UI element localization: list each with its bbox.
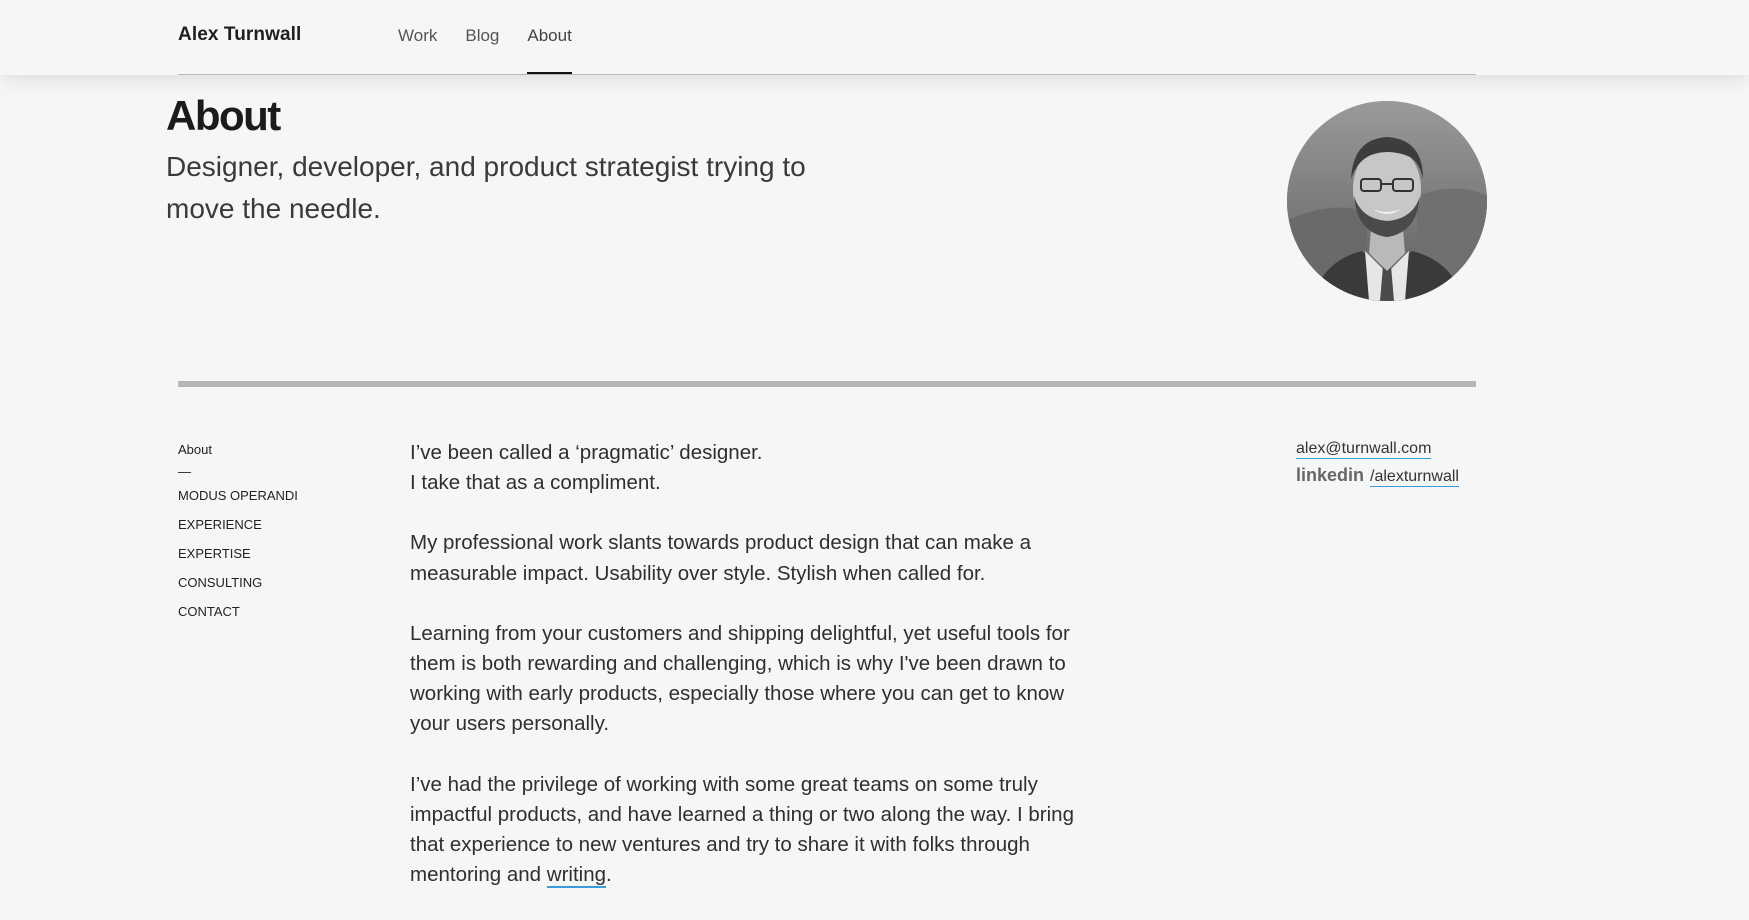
- intro-line-1: I’ve been called a ‘pragmatic’ designer.: [410, 441, 763, 464]
- main-nav: Work Blog About: [398, 0, 573, 75]
- writing-link[interactable]: writing: [546, 863, 607, 889]
- linkedin-row: linkedin /alexturnwall: [1296, 465, 1459, 487]
- side-nav-item-contact[interactable]: CONTACT: [178, 603, 378, 632]
- paragraph-customers: Learning from your customers and shippin…: [410, 621, 1070, 736]
- side-nav-item-consulting[interactable]: CONSULTING: [178, 574, 378, 603]
- paragraph-intro: I’ve been called a ‘pragmatic’ designer.…: [410, 438, 1080, 498]
- site-title[interactable]: Alex Turnwall: [178, 24, 301, 46]
- teams-text: I’ve had the privilege of working with s…: [410, 772, 1074, 887]
- side-nav-item-expertise[interactable]: EXPERTISE: [178, 545, 378, 574]
- side-nav: About — MODUS OPERANDI EXPERIENCE EXPERT…: [178, 442, 378, 632]
- paragraph-professional-work: My professional work slants towards prod…: [410, 531, 1031, 585]
- side-nav-current: About: [178, 442, 212, 457]
- side-nav-item-experience[interactable]: EXPERIENCE: [178, 516, 378, 545]
- linkedin-label: linkedin: [1296, 465, 1365, 485]
- page-title: About: [166, 92, 281, 139]
- intro-line-2: I take that as a compliment.: [410, 471, 661, 495]
- side-nav-list: MODUS OPERANDI EXPERIENCE EXPERTISE CONS…: [178, 487, 378, 632]
- avatar: [1287, 101, 1487, 301]
- about-content: I’ve been called a ‘pragmatic’ designer.…: [410, 438, 1080, 920]
- profile-photo-icon: [1287, 101, 1487, 301]
- side-nav-item-modus-operandi[interactable]: MODUS OPERANDI: [178, 487, 378, 516]
- linkedin-link[interactable]: /alexturnwall: [1370, 468, 1459, 487]
- site-header: Alex Turnwall Work Blog About: [0, 0, 1749, 75]
- side-nav-separator: —: [178, 464, 191, 479]
- nav-link-blog[interactable]: Blog: [465, 0, 499, 75]
- header-divider: [178, 74, 1476, 75]
- teams-end: .: [606, 863, 612, 887]
- email-link[interactable]: alex@turnwall.com: [1296, 440, 1432, 459]
- section-divider: [178, 381, 1476, 387]
- nav-link-about[interactable]: About: [527, 0, 573, 75]
- nav-link-work[interactable]: Work: [398, 0, 437, 75]
- page-subtitle: Designer, developer, and product strateg…: [166, 151, 806, 224]
- paragraph-teams: I’ve had the privilege of working with s…: [410, 770, 1080, 891]
- contact-block: alex@turnwall.com linkedin /alexturnwall: [1296, 440, 1459, 487]
